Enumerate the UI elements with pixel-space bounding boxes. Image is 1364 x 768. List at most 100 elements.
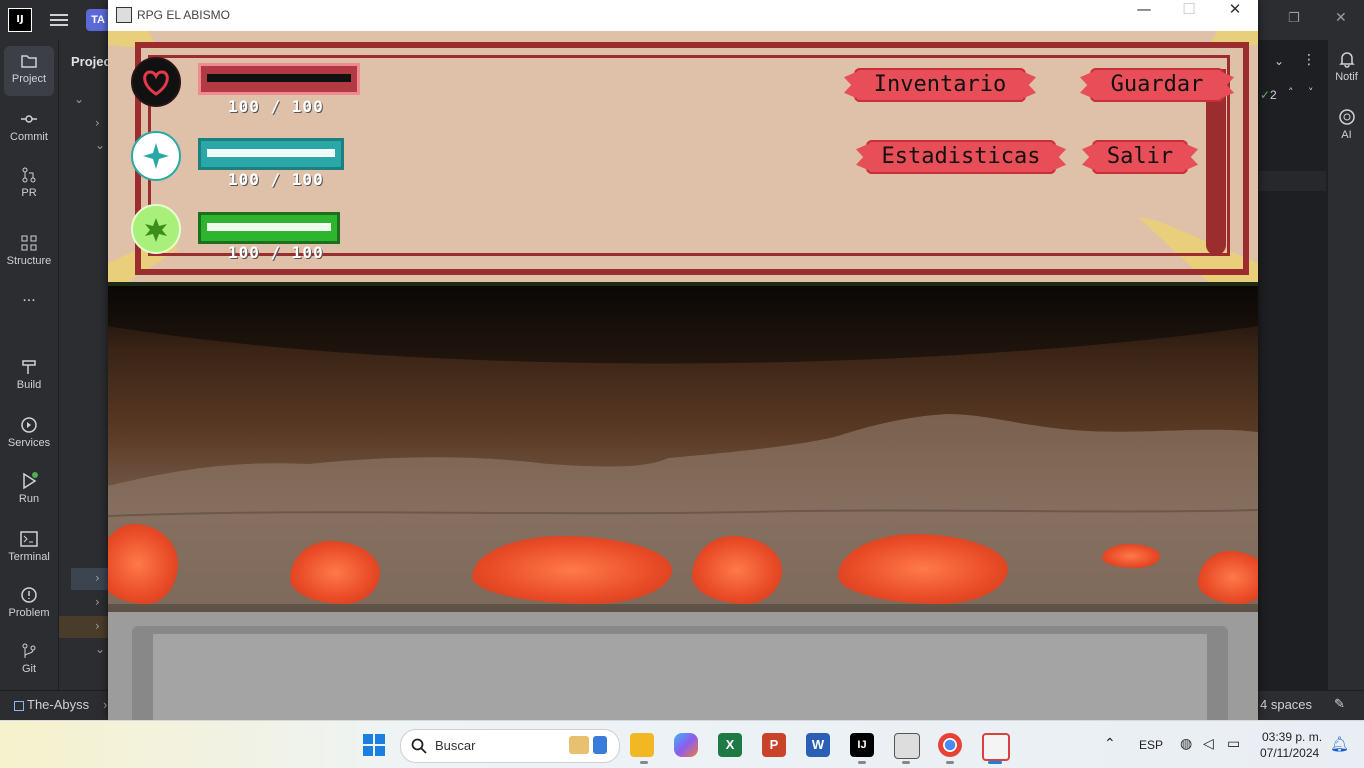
search-icon (411, 738, 427, 754)
exit-button[interactable]: Salir (1092, 140, 1188, 174)
chevron-down-icon[interactable]: ⌄ (1274, 54, 1284, 68)
tool-problems[interactable]: Problem (0, 586, 58, 619)
selected-tree-row[interactable] (71, 568, 109, 590)
volume-icon[interactable]: ◁ (1203, 735, 1214, 752)
run-icon (23, 472, 38, 490)
game-window: RPG EL ABISMO — ☐ ✕ 100 / 100 100 / 100 … (108, 0, 1258, 720)
clock-date[interactable]: 07/11/2024 (1260, 746, 1319, 760)
search-highlight-icon (593, 736, 607, 754)
mana-bar (198, 138, 344, 170)
tree-row[interactable] (59, 616, 109, 638)
chevron-down-icon[interactable]: ⌄ (95, 138, 105, 152)
lava-pool (472, 536, 672, 604)
chevron-right-icon[interactable]: › (95, 116, 100, 130)
health-bar-fill (207, 74, 351, 82)
more-icon: ... (22, 288, 36, 305)
maximize-button[interactable]: ☐ (1166, 0, 1212, 31)
star-badge-icon (131, 204, 181, 254)
java-app-taskbar-icon[interactable] (894, 733, 920, 759)
java-app-icon (116, 7, 132, 23)
tool-terminal[interactable]: Terminal (0, 530, 58, 563)
chrome-icon[interactable] (938, 733, 962, 757)
inspection-ok-icon[interactable]: ✓ (1260, 88, 1270, 102)
tool-commit[interactable]: Commit (0, 110, 58, 143)
tool-pr[interactable]: PR (0, 166, 58, 199)
tool-project[interactable]: Project (4, 46, 54, 96)
word-icon[interactable]: W (806, 733, 830, 757)
chevron-up-icon[interactable]: ˄ (1288, 86, 1294, 99)
health-value: 100 / 100 (228, 97, 324, 116)
tool-run[interactable]: Run (0, 472, 58, 505)
player-hud: 100 / 100 100 / 100 100 / 100 Inventario… (108, 31, 1258, 282)
snipping-tool-icon[interactable] (982, 733, 1010, 761)
chevron-right-icon[interactable]: › (95, 619, 100, 633)
problem-icon (21, 587, 37, 603)
excel-icon[interactable]: X (718, 733, 742, 757)
tool-label: Run (18, 493, 40, 505)
language-indicator[interactable]: ESP (1139, 738, 1163, 752)
restore-icon[interactable]: ❐ (1288, 11, 1300, 26)
chevron-up-icon[interactable]: ⌃ (1104, 735, 1116, 752)
window-title: RPG EL ABISMO (137, 8, 230, 22)
stats-button[interactable]: Estadisticas (866, 140, 1056, 174)
folder-icon (21, 55, 37, 68)
inspection-count: 2 (1270, 88, 1277, 102)
notification-bell-icon[interactable]: 🔔︎ (1330, 735, 1349, 753)
intellij-taskbar-icon[interactable]: IJ (850, 733, 874, 757)
chevron-down-icon[interactable]: ⌄ (95, 642, 105, 656)
windows-taskbar: Buscar X P W IJ ⌃ ESP ◍ ◁ ▭ 03:39 p. m. … (0, 720, 1364, 768)
dialog-area (108, 612, 1258, 720)
ide-close-icon[interactable]: ✕ (1335, 10, 1347, 26)
sparkle-icon (131, 131, 181, 181)
powerpoint-icon[interactable]: P (762, 733, 786, 757)
commit-icon (21, 115, 37, 123)
lava-pool (692, 536, 782, 604)
kebab-menu-icon[interactable]: ⋮ (1302, 52, 1316, 68)
tool-notifications[interactable]: Notif (1328, 50, 1364, 83)
stamina-bar-fill (207, 223, 331, 231)
close-button[interactable]: ✕ (1212, 0, 1258, 31)
globe-icon[interactable]: ◍ (1180, 735, 1192, 752)
copilot-icon[interactable] (674, 733, 698, 757)
inventory-button[interactable]: Inventario (854, 68, 1026, 102)
chevron-down-icon[interactable]: ⌄ (74, 92, 84, 106)
chevron-down-icon[interactable]: ˅ (1308, 86, 1314, 99)
project-panel: Projec ⌄ › ⌄ › › › ⌄ (59, 40, 111, 690)
save-button[interactable]: Guardar (1090, 68, 1224, 102)
tool-build[interactable]: Build (0, 358, 58, 391)
tool-ai[interactable]: AI (1328, 108, 1364, 141)
clock-time[interactable]: 03:39 p. m. (1262, 730, 1322, 744)
lava-pool (1198, 551, 1258, 604)
file-explorer-icon[interactable] (630, 733, 654, 757)
right-tool-strip: Notif AI (1327, 40, 1364, 690)
tool-more[interactable]: ... (0, 288, 58, 306)
windows-start-icon[interactable] (362, 733, 386, 757)
git-icon (22, 643, 36, 658)
chevron-right-icon[interactable]: › (95, 595, 100, 609)
status-project-name[interactable]: The-Abyss (27, 697, 89, 712)
terminal-icon (20, 531, 38, 547)
project-chip[interactable]: TA (86, 9, 110, 31)
tool-git[interactable]: Git (0, 642, 58, 675)
tool-label: Structure (6, 255, 52, 267)
minimize-button[interactable]: — (1121, 0, 1167, 31)
chevron-right-icon[interactable]: › (95, 571, 100, 585)
tool-label: Git (21, 663, 37, 675)
tool-label: AI (1341, 129, 1352, 141)
intellij-logo-icon[interactable]: IJ (8, 8, 32, 32)
indent-setting[interactable]: 4 spaces (1260, 697, 1312, 712)
tool-services[interactable]: Services (0, 416, 58, 449)
lock-edit-icon[interactable]: ✎ (1334, 696, 1345, 712)
search-highlight-icon (569, 736, 589, 754)
pull-request-icon (22, 167, 36, 183)
dialog-box (153, 634, 1207, 720)
taskbar-search[interactable]: Buscar (400, 729, 620, 763)
module-icon (14, 701, 24, 711)
health-bar (198, 63, 360, 95)
tool-structure[interactable]: Structure (0, 234, 58, 267)
ide-tool-sidebar: Project Commit PR Structure ... Build Se… (0, 40, 59, 690)
tool-label: Build (16, 379, 42, 391)
battery-icon[interactable]: ▭ (1227, 735, 1240, 752)
main-menu-icon[interactable] (50, 11, 68, 27)
tool-label: Problem (8, 607, 50, 619)
